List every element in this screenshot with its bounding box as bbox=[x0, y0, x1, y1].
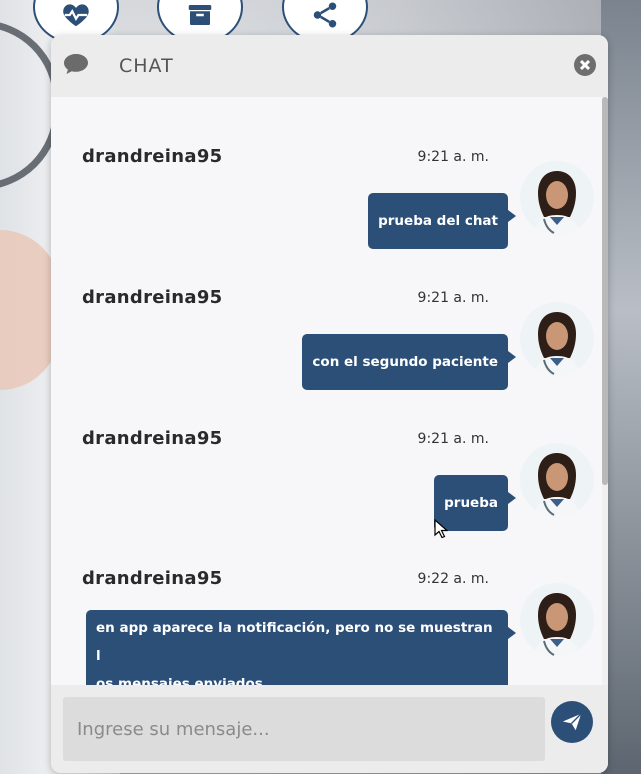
avatar bbox=[520, 161, 594, 235]
doctor-avatar-icon bbox=[520, 161, 594, 235]
message-text: prueba del chat bbox=[378, 213, 498, 229]
message-username: drandreina95 bbox=[82, 287, 223, 308]
chat-header: CHAT bbox=[51, 35, 608, 97]
message-bubble: prueba del chat bbox=[368, 193, 516, 249]
message-list[interactable]: drandreina95 9:21 a. m. prueba del chat … bbox=[51, 97, 608, 685]
message-username: drandreina95 bbox=[82, 568, 223, 589]
message-text: prueba bbox=[444, 495, 498, 511]
message-time: 9:21 a. m. bbox=[417, 149, 489, 165]
doctor-avatar-icon bbox=[520, 583, 594, 657]
doctor-avatar-icon bbox=[520, 443, 594, 517]
send-button[interactable] bbox=[551, 701, 593, 743]
message-text: con el segundo paciente bbox=[312, 354, 498, 370]
scrollbar-thumb[interactable] bbox=[602, 97, 608, 485]
send-icon bbox=[562, 713, 582, 731]
heart-pulse-icon bbox=[63, 4, 89, 27]
message-bubble: con el segundo paciente bbox=[302, 334, 516, 390]
chat-title: CHAT bbox=[119, 55, 174, 77]
message-composer bbox=[51, 685, 608, 773]
avatar bbox=[520, 443, 594, 517]
chat-bubble-icon bbox=[63, 53, 89, 79]
close-button[interactable] bbox=[574, 54, 596, 76]
message-input[interactable] bbox=[63, 697, 545, 761]
message-text-line: os mensajes enviados bbox=[96, 676, 263, 685]
avatar bbox=[520, 583, 594, 657]
share-icon bbox=[313, 2, 337, 28]
scrollbar[interactable] bbox=[602, 97, 608, 685]
message-time: 9:21 a. m. bbox=[417, 290, 489, 306]
close-icon bbox=[580, 60, 590, 70]
avatar bbox=[520, 302, 594, 376]
message-username: drandreina95 bbox=[82, 146, 223, 167]
message-time: 9:21 a. m. bbox=[417, 431, 489, 447]
message-time: 9:22 a. m. bbox=[417, 571, 489, 587]
chat-window: CHAT drandreina95 9:21 a. m. prueba del … bbox=[51, 35, 608, 773]
doctor-avatar-icon bbox=[520, 302, 594, 376]
mouse-cursor-icon bbox=[434, 519, 448, 539]
inbox-icon bbox=[188, 5, 212, 25]
message-username: drandreina95 bbox=[82, 428, 223, 449]
message-bubble: en app aparece la notificación, pero no … bbox=[86, 610, 516, 685]
message-text-line: en app aparece la notificación, pero no … bbox=[96, 620, 493, 664]
